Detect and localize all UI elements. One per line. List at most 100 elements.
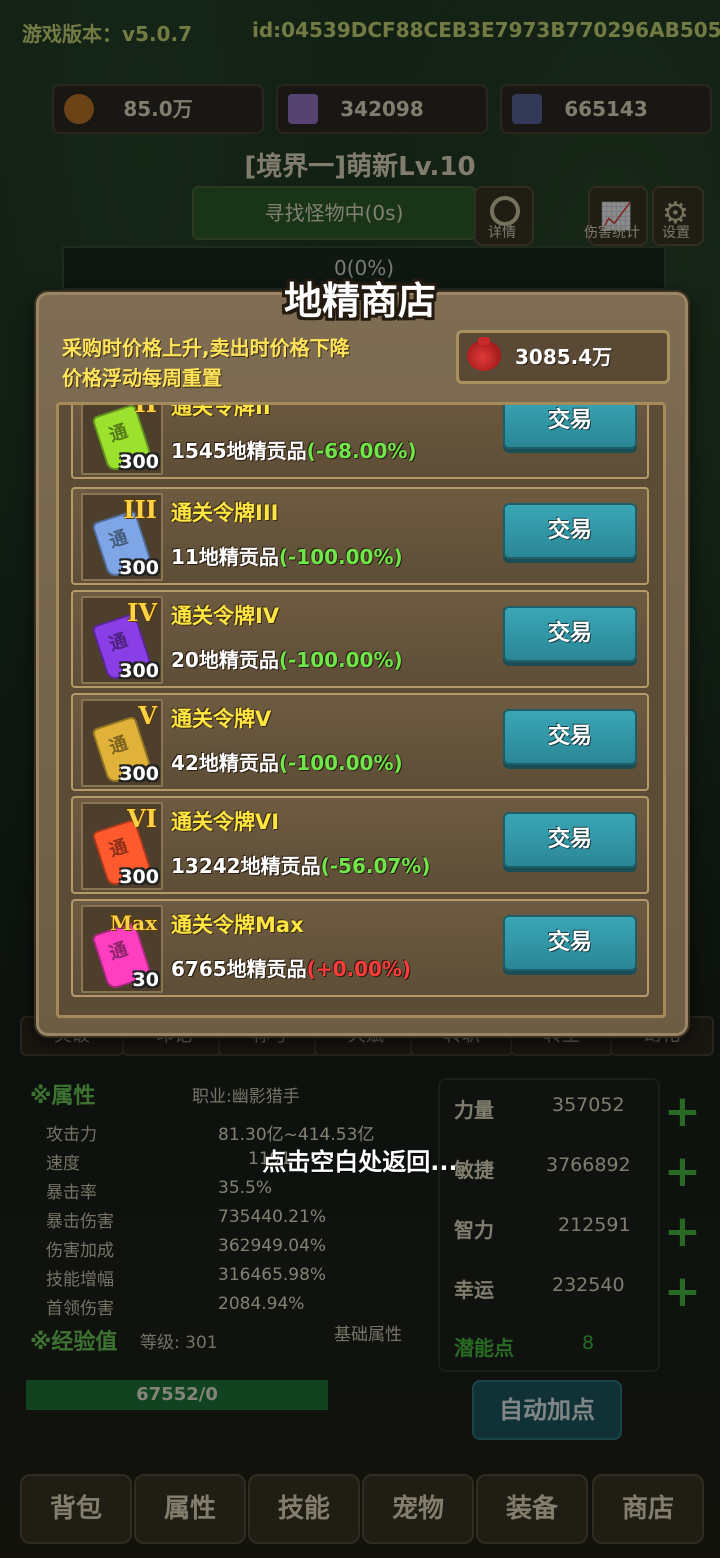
stat-allocation-panel: 力量 357052 敏捷 3766892 智力 212591 幸运 232540… [438, 1078, 660, 1372]
item-name: 通关令牌VI [171, 810, 280, 834]
nav-shop[interactable]: 商店 [592, 1474, 704, 1544]
stat-name: 力量 [454, 1098, 494, 1122]
item-count: 300 [119, 763, 159, 785]
price-rule-notice: 采购时价格上升,卖出时价格下降 [62, 336, 350, 360]
item-icon-frame: 通 Max 30 [81, 905, 163, 993]
shop-item-row: 通 IV 300 通关令牌IV 20地精贡品(-100.00%) 交易 [71, 590, 649, 688]
player-id-label: id:04539DCF88CEB3E7973B770296AB5059 [252, 18, 720, 42]
attribute-header: ※属性 [30, 1084, 96, 1109]
tap-to-return-hint[interactable]: 点击空白处返回... [0, 1142, 720, 1177]
version-label: 游戏版本：v5.0.7 [22, 22, 192, 46]
item-count: 30 [132, 969, 159, 991]
token-tier: Max [109, 911, 157, 935]
attr-value: 362949.04% [218, 1236, 327, 1256]
crystal-resource: 342098 [276, 84, 488, 134]
attr-name: 技能增幅 [46, 1270, 114, 1290]
stat-value: 357052 [552, 1094, 625, 1116]
shop-item-row: 通 VI 300 通关令牌VI 13242地精贡品(-56.07%) 交易 [71, 796, 649, 894]
price-amount: 20地精贡品 [171, 648, 279, 672]
tribute-currency-value: 3085.4万 [515, 345, 613, 369]
stat-value: 212591 [558, 1214, 631, 1236]
trade-button[interactable]: 交易 [503, 503, 637, 559]
nav-skills[interactable]: 技能 [248, 1474, 360, 1544]
item-count: 300 [119, 866, 159, 888]
nav-backpack[interactable]: 背包 [20, 1474, 132, 1544]
shop-item-row: 通 III 300 通关令牌III 11地精贡品(-100.00%) 交易 [71, 487, 649, 585]
item-price: 11地精贡品(-100.00%) [171, 541, 403, 570]
shop-item-list[interactable]: 通 II 300 通关令牌II 1545地精贡品(-68.00%) 交易 通 I… [56, 402, 666, 1018]
shop-item-row: 通 Max 30 通关令牌Max 6765地精贡品(+0.00%) 交易 [71, 899, 649, 997]
attr-value: 35.5% [218, 1178, 273, 1198]
coin-icon [64, 94, 94, 124]
settings-label: 设置 [662, 225, 690, 241]
detail-label: 详情 [488, 225, 516, 241]
price-amount: 11地精贡品 [171, 545, 279, 569]
base-attr-label[interactable]: 基础属性 [334, 1320, 402, 1345]
stat-name: 幸运 [454, 1278, 494, 1302]
money-bag-icon [467, 337, 501, 371]
price-change: (-100.00%) [278, 545, 403, 569]
attr-value: 316465.98% [218, 1265, 327, 1285]
gold-value: 85.0万 [123, 97, 193, 121]
trade-button[interactable]: 交易 [503, 606, 637, 662]
nav-attributes[interactable]: 属性 [134, 1474, 246, 1544]
item-count: 300 [119, 557, 159, 579]
item-count: 300 [119, 660, 159, 682]
item-price: 6765地精贡品(+0.00%) [171, 953, 411, 982]
item-icon-frame: 通 IV 300 [81, 596, 163, 684]
item-name: 通关令牌V [171, 707, 272, 731]
item-name: 通关令牌II [171, 402, 271, 419]
tribute-currency-box: 3085.4万 [456, 330, 670, 384]
trade-button[interactable]: 交易 [503, 812, 637, 868]
level-label: 等级: 301 [140, 1333, 218, 1353]
add-intelligence-button[interactable]: + [664, 1206, 701, 1257]
item-name: 通关令牌IV [171, 604, 280, 628]
item-price: 42地精贡品(-100.00%) [171, 747, 403, 776]
token-tier: II [134, 402, 157, 418]
realm-title: [境界一]萌新Lv.10 [244, 152, 476, 182]
exp-header: ※经验值 [30, 1330, 118, 1355]
gold-resource: 85.0万 [52, 84, 264, 134]
item-name: 通关令牌Max [171, 913, 304, 937]
price-change: (-68.00%) [306, 439, 417, 463]
auto-add-points-button[interactable]: 自动加点 [472, 1380, 622, 1440]
item-icon-frame: 通 VI 300 [81, 802, 163, 890]
ticket-icon [512, 94, 542, 124]
price-change: (-100.00%) [278, 648, 403, 672]
potential-value: 8 [582, 1332, 595, 1354]
price-amount: 6765地精贡品 [171, 957, 307, 981]
token-tier: V [138, 701, 157, 730]
shop-item-row: 通 V 300 通关令牌V 42地精贡品(-100.00%) 交易 [71, 693, 649, 791]
add-strength-button[interactable]: + [664, 1086, 701, 1137]
potential-label: 潜能点 [454, 1336, 514, 1360]
trade-button[interactable]: 交易 [503, 405, 637, 449]
ticket-value: 665143 [564, 97, 648, 121]
token-tier: VI [127, 804, 157, 833]
shop-item-row: 通 II 300 通关令牌II 1545地精贡品(-68.00%) 交易 [71, 402, 649, 479]
item-icon-frame: 通 III 300 [81, 493, 163, 581]
exp-bar: 67552/0 [26, 1380, 328, 1410]
item-price: 20地精贡品(-100.00%) [171, 644, 403, 673]
nav-equipment[interactable]: 装备 [476, 1474, 588, 1544]
crystal-icon [288, 94, 318, 124]
price-change: (+0.00%) [306, 957, 412, 981]
price-amount: 13242地精贡品 [171, 854, 321, 878]
price-change: (-100.00%) [278, 751, 403, 775]
nav-pets[interactable]: 宠物 [362, 1474, 474, 1544]
price-change: (-56.07%) [320, 854, 431, 878]
trade-button[interactable]: 交易 [503, 709, 637, 765]
attr-value: 735440.21% [218, 1207, 327, 1227]
trade-button[interactable]: 交易 [503, 915, 637, 971]
attr-name: 暴击率 [46, 1183, 97, 1203]
item-price: 1545地精贡品(-68.00%) [171, 435, 417, 464]
token-tier: III [123, 495, 157, 524]
price-reset-notice: 价格浮动每周重置 [62, 366, 222, 390]
stat-name: 智力 [454, 1218, 494, 1242]
crystal-value: 342098 [340, 97, 424, 121]
attr-value: 2084.94% [218, 1294, 305, 1314]
attr-name: 暴击伤害 [46, 1212, 114, 1232]
add-luck-button[interactable]: + [664, 1266, 701, 1317]
price-amount: 1545地精贡品 [171, 439, 307, 463]
search-status-bar: 寻找怪物中(0s) [192, 186, 476, 240]
attr-name: 伤害加成 [46, 1241, 114, 1261]
